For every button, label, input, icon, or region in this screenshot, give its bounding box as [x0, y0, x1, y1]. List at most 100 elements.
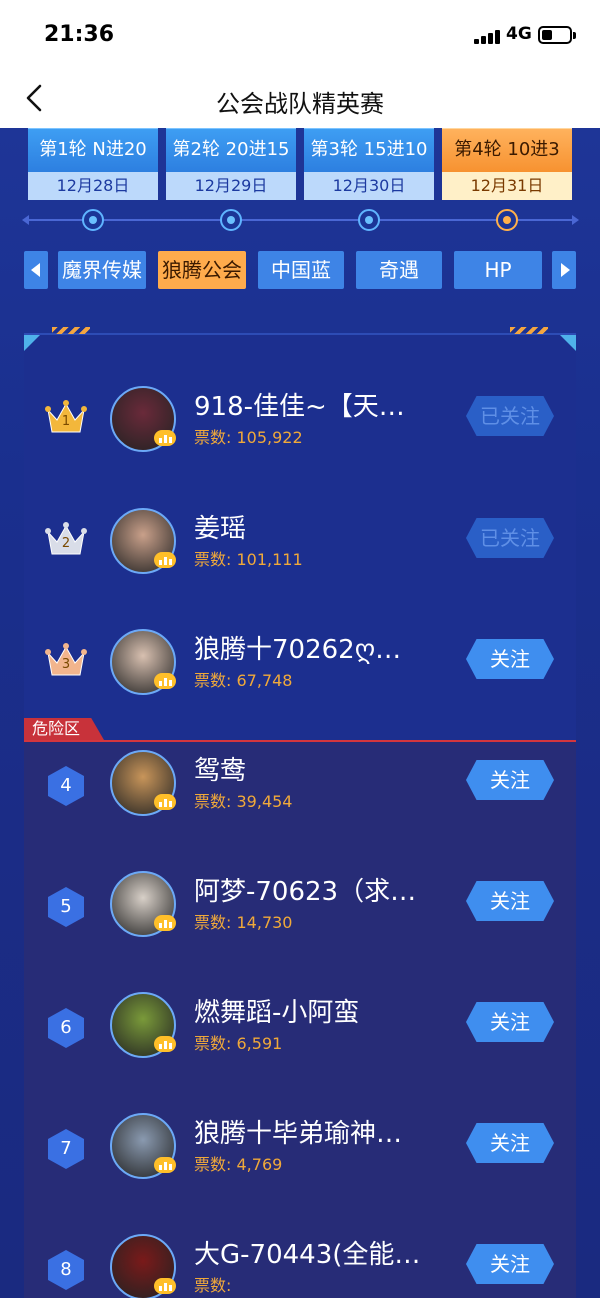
page-title: 公会战队精英赛 [216, 90, 384, 118]
votes-value: 101,111 [236, 550, 303, 569]
live-badge-icon [154, 1278, 176, 1294]
ranking-row[interactable]: 7 狼腾十毕弟瑜神… 票数: 4,769 关注 [24, 1101, 576, 1197]
guild-tab-3[interactable]: 中国蓝 [258, 251, 344, 289]
timeline-line [28, 219, 572, 221]
timeline-node-1[interactable] [82, 209, 104, 231]
rank-hex-icon: 4 [44, 764, 88, 808]
network-type: 4G [506, 24, 532, 44]
round-label: 第4轮 10进3 [442, 128, 572, 172]
follow-button[interactable]: 关注 [466, 1002, 554, 1042]
signal-icon [474, 28, 500, 44]
rank-number: 7 [60, 1138, 72, 1159]
votes-value: 105,922 [236, 428, 303, 447]
status-time: 21:36 [44, 22, 115, 47]
streamer-name: 918-佳佳~【天… [194, 392, 405, 422]
follow-button[interactable]: 关注 [466, 760, 554, 800]
round-date: 12月29日 [166, 172, 296, 200]
rank-hex-icon: 7 [44, 1127, 88, 1171]
rank-hex-icon: 8 [44, 1248, 88, 1292]
panel-hatch-right [510, 327, 548, 334]
vote-count: 票数: 105,922 [194, 424, 303, 448]
rank-hex-icon: 6 [44, 1006, 88, 1050]
guild-tab-5[interactable]: HP [454, 251, 542, 289]
ranking-row[interactable]: 6 燃舞蹈-小阿蛮 票数: 6,591 关注 [24, 980, 576, 1076]
rank-number: 6 [60, 1017, 72, 1038]
votes-prefix: 票数: [194, 913, 232, 932]
follow-button[interactable]: 已关注 [466, 396, 554, 436]
votes-value: 14,730 [236, 913, 293, 932]
votes-prefix: 票数: [194, 550, 232, 569]
follow-button[interactable]: 关注 [466, 1244, 554, 1284]
votes-prefix: 票数: [194, 1034, 232, 1053]
streamer-name: 狼腾十毕弟瑜神… [194, 1119, 403, 1149]
live-badge-icon [154, 794, 176, 810]
round-tab-1[interactable]: 第1轮 N进20 12月28日 [28, 128, 158, 200]
round-date: 12月28日 [28, 172, 158, 200]
round-tab-2[interactable]: 第2轮 20进15 12月29日 [166, 128, 296, 200]
vote-count: 票数: 101,111 [194, 546, 303, 570]
live-badge-icon [154, 915, 176, 931]
votes-prefix: 票数: [194, 792, 232, 811]
round-date: 12月31日 [442, 172, 572, 200]
crown-icon: 1 [44, 396, 88, 440]
live-badge-icon [154, 552, 176, 568]
streamer-name: 姜瑶 [194, 514, 247, 544]
timeline-node-2[interactable] [220, 209, 242, 231]
guild-next-button[interactable] [552, 251, 576, 289]
votes-value: 6,591 [236, 1034, 283, 1053]
ranking-row[interactable]: 4 鸳鸯 票数: 39,454 关注 [24, 738, 576, 834]
votes-prefix: 票数: [194, 671, 232, 690]
streamer-name: 阿梦-70623（求… [194, 877, 417, 907]
follow-button[interactable]: 关注 [466, 1123, 554, 1163]
panel-corner-right [560, 335, 576, 351]
follow-button[interactable]: 关注 [466, 639, 554, 679]
round-label: 第2轮 20进15 [166, 128, 296, 172]
ranking-row[interactable]: 8 大G-70443(全能… 票数: 关注 [24, 1222, 576, 1298]
live-badge-icon [154, 430, 176, 446]
status-bar: 21:36 4G [0, 0, 600, 72]
ranking-row[interactable]: 3 狼腾十70262ღ… 票数: 67,748 关注 [24, 617, 576, 713]
ranking-row[interactable]: 5 阿梦-70623（求… 票数: 14,730 关注 [24, 859, 576, 955]
guild-tab-4[interactable]: 奇遇 [356, 251, 442, 289]
rank-number: 8 [60, 1259, 72, 1280]
rank-number: 5 [60, 896, 72, 917]
rank-number: 3 [61, 657, 71, 672]
crown-icon: 2 [44, 518, 88, 562]
live-badge-icon [154, 1157, 176, 1173]
follow-button[interactable]: 已关注 [466, 518, 554, 558]
vote-count: 票数: 39,454 [194, 788, 292, 812]
vote-count: 票数: 14,730 [194, 909, 292, 933]
panel-corner-left [24, 335, 40, 351]
round-label: 第1轮 N进20 [28, 128, 158, 172]
follow-button[interactable]: 关注 [466, 881, 554, 921]
panel-hatch-left [52, 327, 90, 334]
live-badge-icon [154, 1036, 176, 1052]
streamer-name: 鸳鸯 [194, 756, 247, 786]
round-tab-3[interactable]: 第3轮 15进10 12月30日 [304, 128, 434, 200]
guild-prev-button[interactable] [24, 251, 48, 289]
timeline-arrow-right [572, 215, 579, 225]
streamer-name: 燃舞蹈-小阿蛮 [194, 998, 360, 1028]
ranking-row[interactable]: 2 姜瑶 票数: 101,111 已关注 [24, 496, 576, 592]
rank-number: 1 [61, 414, 71, 429]
vote-count: 票数: 6,591 [194, 1030, 282, 1054]
danger-zone-label: 危险区 [24, 718, 104, 740]
competition-page: 第1轮 N进20 12月28日 第2轮 20进15 12月29日 第3轮 15进10 12… [0, 128, 600, 1298]
votes-prefix: 票数: [194, 428, 232, 447]
crown-icon: 3 [44, 639, 88, 683]
guild-tab-1[interactable]: 魔界传媒 [58, 251, 146, 289]
guild-tab-2[interactable]: 狼腾公会 [158, 251, 246, 289]
votes-value: 39,454 [236, 792, 293, 811]
votes-prefix: 票数: [194, 1276, 232, 1295]
vote-count: 票数: 67,748 [194, 667, 292, 691]
streamer-name: 狼腾十70262ღ… [194, 635, 402, 665]
votes-value: 67,748 [236, 671, 293, 690]
timeline-node-3[interactable] [358, 209, 380, 231]
vote-count: 票数: [194, 1272, 231, 1296]
live-badge-icon [154, 673, 176, 689]
ranking-row[interactable]: 1 918-佳佳~【天… 票数: 105,922 已关注 [24, 374, 576, 470]
timeline-arrow-left [22, 215, 29, 225]
timeline-node-4[interactable] [496, 209, 518, 231]
round-date: 12月30日 [304, 172, 434, 200]
round-tab-4[interactable]: 第4轮 10进3 12月31日 [442, 128, 572, 200]
